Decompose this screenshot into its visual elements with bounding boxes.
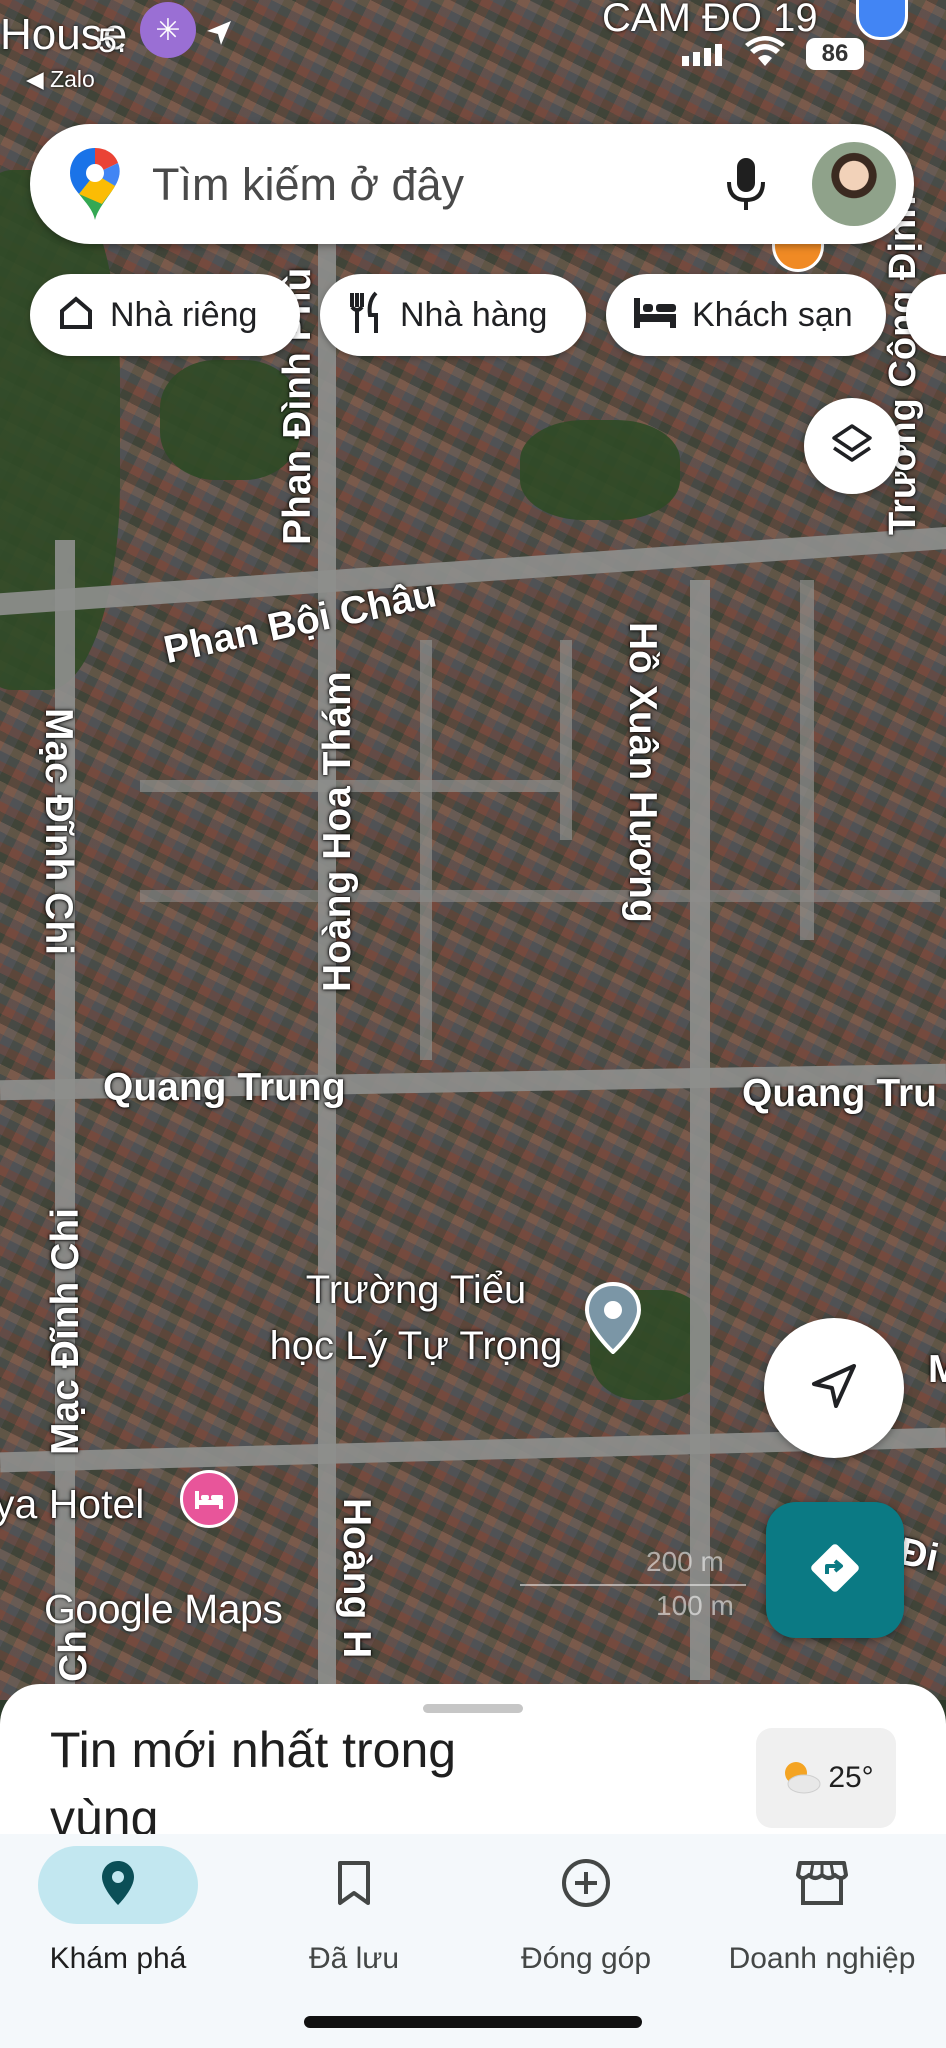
nav-tab-contribute[interactable]: Đóng góp bbox=[468, 1846, 704, 1996]
scale-bar bbox=[520, 1584, 746, 1586]
directions-icon bbox=[807, 1540, 863, 1601]
chip-hotel[interactable]: Khách sạn bbox=[606, 274, 886, 356]
street-label-mac-dinh-chi-2: Mạc Đĩnh Chi bbox=[44, 1207, 87, 1455]
status-bar: House 5. ✳ ◀ Zalo CAM ĐO 19 86 bbox=[0, 0, 946, 100]
wifi-icon bbox=[744, 36, 786, 73]
search-bar[interactable]: Tìm kiếm ở đây bbox=[30, 124, 914, 244]
location-arrow-icon bbox=[204, 18, 234, 53]
hotel-pin-icon[interactable] bbox=[180, 1470, 238, 1528]
search-input[interactable]: Tìm kiếm ở đây bbox=[152, 159, 464, 211]
nav-explore-label: Khám phá bbox=[49, 1942, 187, 1975]
status-left-small: 5. bbox=[98, 22, 127, 60]
storefront-icon bbox=[796, 1859, 848, 1912]
poi-label-school[interactable]: Trường Tiểu học Lý Tự Trọng bbox=[246, 1262, 586, 1374]
street-label-hoang-hoa-tham: Hoàng Hoa Thám bbox=[316, 671, 359, 992]
google-maps-watermark: Google Maps bbox=[44, 1586, 283, 1632]
street-label-right-m: M bbox=[928, 1348, 946, 1391]
avatar[interactable] bbox=[812, 142, 896, 226]
nav-saved-label: Đã lưu bbox=[308, 1942, 400, 1975]
chip-home-label: Nhà riêng bbox=[110, 295, 258, 334]
home-icon bbox=[56, 293, 96, 338]
sheet-title: Tin mới nhất trong vùng bbox=[50, 1722, 457, 1834]
nav-tab-explore[interactable]: Khám phá bbox=[0, 1846, 236, 1996]
poi-label-hotel[interactable]: ya Hotel bbox=[0, 1476, 144, 1532]
signal-icon bbox=[682, 44, 722, 66]
chip-hotel-label: Khách sạn bbox=[692, 295, 853, 334]
home-indicator[interactable] bbox=[304, 2016, 642, 2028]
explore-pin-icon bbox=[100, 1859, 136, 1912]
poi-school-line1: Trường Tiểu bbox=[305, 1268, 527, 1312]
focus-mode-icon: ✳ bbox=[140, 2, 196, 58]
layers-icon bbox=[830, 422, 874, 471]
bottom-sheet[interactable]: Tin mới nhất trong vùng 25° bbox=[0, 1684, 946, 1834]
nav-contribute-label: Đóng góp bbox=[520, 1942, 652, 1975]
chip-restaurant-label: Nhà hàng bbox=[400, 295, 548, 334]
status-right-text: CAM ĐO 19 bbox=[602, 0, 818, 40]
battery-level: 86 bbox=[821, 40, 849, 67]
street-label-truong-cong-dinh: Trương Công Định bbox=[882, 195, 924, 535]
street-label-quang-trung-right: Quang Tru bbox=[742, 1072, 937, 1115]
microphone-icon[interactable] bbox=[724, 156, 768, 219]
google-maps-logo-icon bbox=[68, 146, 122, 227]
scale-top-label: 200 m bbox=[646, 1546, 724, 1577]
app-badge-icon bbox=[856, 0, 908, 40]
chip-home[interactable]: Nhà riêng bbox=[30, 274, 300, 356]
street-label-mac-dinh-chi-1: Mạc Đĩnh Chi bbox=[37, 708, 80, 956]
add-circle-icon bbox=[560, 1857, 612, 1914]
layers-button[interactable] bbox=[804, 398, 900, 494]
temperature-text: 25° bbox=[828, 1761, 874, 1794]
street-label-ho-xuan-huong: Hồ Xuân Hương bbox=[621, 622, 664, 923]
nav-explore-indicator bbox=[38, 1846, 198, 1924]
partly-sunny-icon bbox=[778, 1758, 822, 1799]
restaurant-icon bbox=[346, 291, 386, 340]
chip-restaurant[interactable]: Nhà hàng bbox=[320, 274, 586, 356]
bookmark-icon bbox=[336, 1860, 372, 1911]
nav-tab-saved[interactable]: Đã lưu bbox=[236, 1846, 472, 1996]
battery-icon: 86 bbox=[806, 38, 864, 70]
my-location-button[interactable] bbox=[764, 1318, 904, 1458]
hotel-icon bbox=[632, 296, 678, 335]
street-label-quang-trung: Quang Trung bbox=[103, 1066, 346, 1109]
school-pin-icon[interactable] bbox=[584, 1281, 642, 1355]
nav-business-label: Doanh nghiệp bbox=[728, 1942, 916, 1975]
directions-button[interactable] bbox=[766, 1502, 904, 1638]
back-to-zalo-link[interactable]: ◀ Zalo bbox=[26, 66, 95, 93]
poi-school-line2: học Lý Tự Trọng bbox=[269, 1324, 563, 1368]
weather-chip[interactable]: 25° bbox=[756, 1728, 896, 1828]
street-label-c-bottom: Ch bbox=[52, 1630, 95, 1682]
bottom-navigation: Khám phá Đã lưu Đóng góp Doanh nghiệp bbox=[0, 1834, 946, 2048]
sheet-drag-handle[interactable] bbox=[423, 1704, 523, 1713]
scale-bottom-label: 100 m bbox=[656, 1590, 734, 1621]
nav-tab-business[interactable]: Doanh nghiệp bbox=[704, 1846, 940, 1996]
navigation-arrow-icon bbox=[808, 1360, 860, 1417]
street-label-hoang-bottom: Hoàng H bbox=[335, 1498, 378, 1659]
